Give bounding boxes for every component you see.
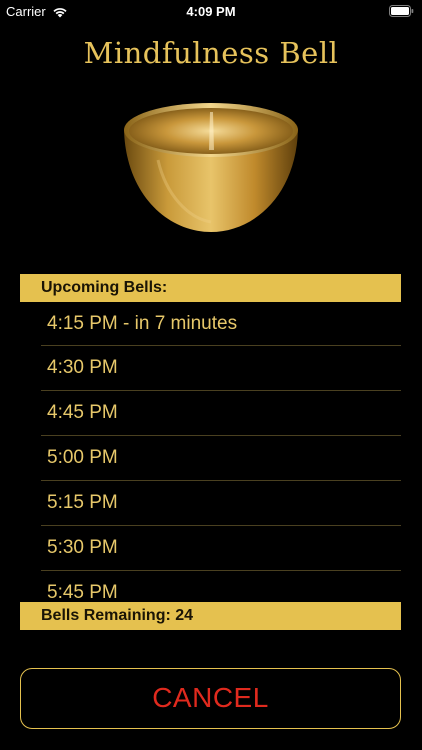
bells-remaining-label: Bells Remaining: 24	[20, 602, 401, 630]
bell-row: 5:15 PM	[41, 481, 401, 526]
cancel-button[interactable]: CANCEL	[20, 668, 401, 729]
app-title: Mindfulness Bell	[83, 36, 339, 70]
bell-row: 5:00 PM	[41, 436, 401, 481]
status-bar: Carrier 4:09 PM	[0, 0, 422, 22]
bell-row: 5:45 PM	[41, 571, 401, 602]
battery-icon	[389, 5, 414, 17]
status-time: 4:09 PM	[186, 4, 236, 19]
upcoming-bells-list[interactable]: 4:15 PM - in 7 minutes 4:30 PM 4:45 PM 5…	[20, 302, 401, 602]
upcoming-bells-header: Upcoming Bells:	[20, 274, 401, 302]
bell-row: 4:15 PM - in 7 minutes	[41, 302, 401, 346]
bell-row: 4:30 PM	[41, 346, 401, 391]
bell-row: 4:45 PM	[41, 391, 401, 436]
bell-row: 5:30 PM	[41, 526, 401, 571]
singing-bowl-icon	[124, 103, 298, 232]
